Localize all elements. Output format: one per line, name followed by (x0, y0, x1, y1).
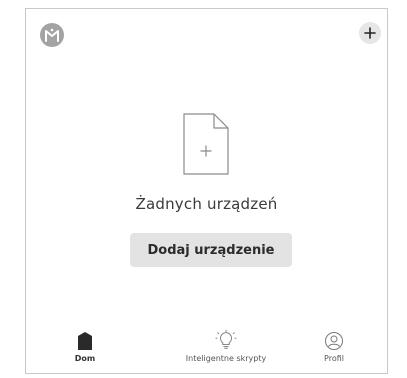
plus-icon (364, 27, 376, 39)
tab-smart-scripts-label: Inteligentne skrypty (185, 354, 267, 363)
lightbulb-icon (215, 329, 237, 351)
home-icon (74, 329, 96, 351)
tab-smart-scripts[interactable]: Inteligentne skrypty (166, 329, 286, 363)
new-document-icon (183, 113, 229, 175)
app-logo-icon (45, 28, 59, 42)
empty-state-title: Żadnych urządzeń (135, 195, 278, 213)
add-device-button[interactable]: Dodaj urządzenie (130, 233, 292, 267)
app-screen: Żadnych urządzeń Dodaj urządzenie Dom In… (25, 8, 388, 374)
bottom-tab-bar: Dom Inteligentne skrypty Profil (26, 329, 387, 373)
tab-profile-label: Profil (324, 354, 344, 363)
tab-home-label: Dom (74, 354, 96, 363)
tab-home[interactable]: Dom (74, 329, 96, 363)
top-bar (26, 9, 387, 55)
profile-icon (323, 329, 345, 351)
add-button[interactable] (359, 22, 381, 44)
avatar[interactable] (40, 23, 64, 47)
tab-profile[interactable]: Profil (323, 329, 345, 363)
